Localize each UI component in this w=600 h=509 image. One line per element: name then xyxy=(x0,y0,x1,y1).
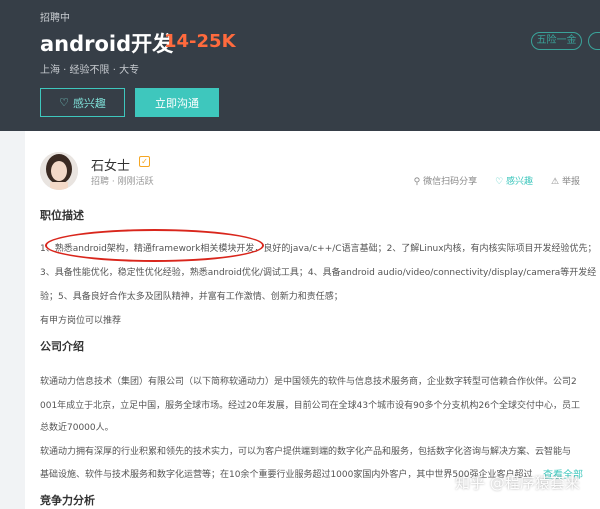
recruiter-interest-link[interactable]: ♡ 感兴趣 xyxy=(495,174,533,187)
recruiter-actions: ⚲ 微信扫码分享 ♡ 感兴趣 ⚠ 举报 xyxy=(414,174,580,187)
link-icon: ⚲ xyxy=(413,177,424,187)
company-intro-line: 软通动力信息技术（集团）有限公司（以下简称软通动力）是中国领先的软件与信息技术服… xyxy=(40,377,577,387)
company-intro-line: 软通动力拥有深厚的行业积累和领先的技术实力，可以为客户提供端到端的数字化产品和服… xyxy=(40,447,572,457)
job-description-line: 有甲方岗位可以推荐 xyxy=(40,316,122,326)
verified-badge-icon: ✓ xyxy=(139,156,150,167)
warning-icon: ⚠ xyxy=(551,177,562,187)
watermark: 知乎 @程序猿套来 xyxy=(455,474,580,492)
company-intro-title: 公司介绍 xyxy=(40,340,84,353)
job-title: android开发 xyxy=(40,32,174,56)
interest-button-label: 感兴趣 xyxy=(72,96,106,110)
job-description-title: 职位描述 xyxy=(40,209,84,222)
benefit-tag: 五险一金 xyxy=(531,32,582,50)
recruiter-name: 石女士 xyxy=(91,159,131,174)
interest-button[interactable]: ♡ 感兴趣 xyxy=(40,88,125,117)
heart-icon: ♡ xyxy=(59,96,69,109)
competition-title: 竞争力分析 xyxy=(40,494,95,507)
share-link[interactable]: ⚲ 微信扫码分享 xyxy=(414,174,477,187)
job-description-line: 验；5、具备良好合作太多及团队精神，并富有工作激情、创新力和责任感； xyxy=(40,292,343,302)
recruiter-role: 招聘 · 刚刚活跃 xyxy=(91,177,154,187)
job-description-line: 3、具备性能优化，稳定性优化经验，熟悉android优化/调试工具；4、具备an… xyxy=(40,268,597,278)
heart-icon: ♡ xyxy=(495,177,507,187)
report-link[interactable]: ⚠ 举报 xyxy=(551,174,580,187)
highlight-oval xyxy=(45,229,264,262)
benefit-tag-partial xyxy=(588,32,600,50)
chat-now-button[interactable]: 立即沟通 xyxy=(135,88,219,117)
company-intro-line: 001年成立于北京，立足中国，服务全球市场。经过20年发展，目前公司在全球43个… xyxy=(40,401,580,411)
job-salary: 14-25K xyxy=(164,31,236,52)
avatar xyxy=(40,152,78,190)
job-meta: 上海 · 经验不限 · 大专 xyxy=(40,65,140,76)
job-status: 招聘中 xyxy=(40,13,70,24)
company-intro-line: 总数近70000人。 xyxy=(40,423,114,433)
